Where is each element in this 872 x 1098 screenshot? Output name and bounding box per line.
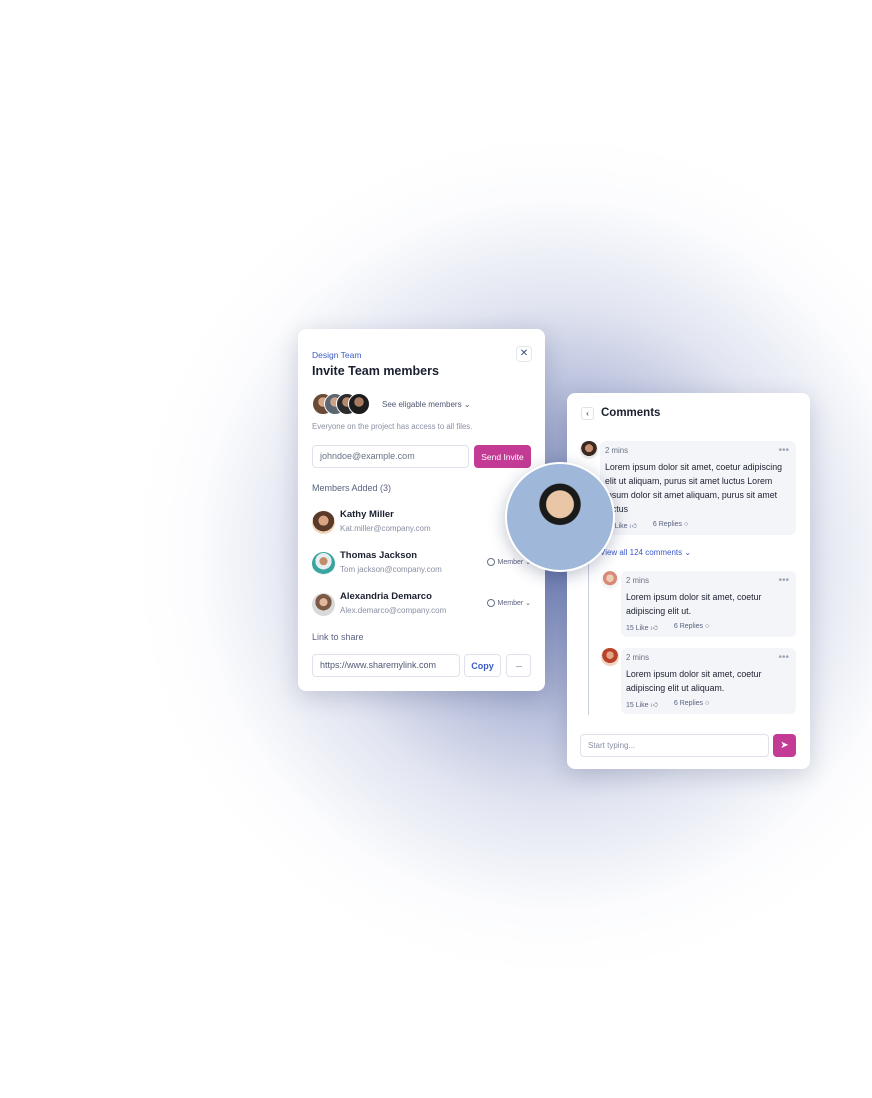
member-name: Thomas Jackson [340,550,418,561]
role-label: Member ⌄ [497,600,531,607]
close-button[interactable]: ✕ [516,346,532,362]
avatar [312,593,335,616]
member-avatar-stack[interactable] [312,393,376,415]
member-row: Kathy Miller Kat.miller@company.com Ow [312,509,545,537]
comment-icon: ○ [705,700,710,707]
comment-body: Lorem ipsum dolor sit amet, coetur adipi… [605,462,782,514]
avatar [580,441,598,459]
chevron-left-icon: ‹ [586,409,589,418]
video-call-bubble[interactable] [505,462,615,572]
member-email: Kat.miller@company.com [340,524,431,533]
comment-time: 2 mins [626,576,649,585]
replies-button[interactable]: 6 Replies ○ [674,623,709,632]
more-options-icon[interactable]: ••• [778,575,789,586]
comment-meta: 15 Like 👍︎ 6 Replies ○ [626,700,709,709]
avatar [312,552,335,575]
thread-line [588,543,589,715]
back-button[interactable]: ‹ [581,407,594,420]
comment-body: Lorem ipsum dolor sit amet, coetur adipi… [626,592,762,616]
comment-icon: ○ [684,521,689,528]
rocket-icon: ➤ [780,740,789,751]
share-link-input[interactable]: https://www.sharemylink.com [312,654,460,677]
member-row: Alexandria Demarco Alex.demarco@company.… [312,591,533,619]
dialog-title: Invite Team members [312,364,439,378]
comments-title: Comments [601,407,661,419]
comment-time: 2 mins [626,653,649,662]
gear-icon [486,558,495,566]
email-input[interactable]: johndoe@example.com [312,445,469,468]
link-to-share-label: Link to share [312,632,364,642]
member-email: Alex.demarco@company.com [340,606,447,615]
send-invite-button[interactable]: Send Invite [474,445,531,468]
thumbs-up-icon: 👍︎ [650,702,658,709]
view-all-comments-link[interactable]: View all 124 comments ⌄ [600,548,691,557]
member-name: Alexandria Demarco [340,591,432,602]
send-comment-button[interactable]: ➤ [773,734,796,757]
member-email: Tom jackson@company.com [340,565,442,574]
replies-button[interactable]: 6 Replies ○ [674,700,709,709]
comment-meta: 15 Like 👍︎ 6 Replies ○ [626,623,709,632]
like-button[interactable]: 15 Like 👍︎ [626,623,658,632]
like-button[interactable]: 15 Like 👍︎ [626,700,658,709]
more-options-icon[interactable]: ••• [778,445,789,456]
member-name: Kathy Miller [340,509,394,520]
gear-icon [486,599,495,607]
comment-time: 2 mins [605,446,628,455]
comment-input[interactable]: Start typing... [580,734,769,757]
access-note: Everyone on the project has access to al… [312,422,473,431]
comment-icon: ○ [705,623,710,630]
avatar [348,393,370,415]
thumbs-up-icon: 👍︎ [650,625,658,632]
avatar [312,511,335,534]
copy-button[interactable]: Copy [464,654,501,677]
comment-body: Lorem ipsum dolor sit amet, coetur adipi… [626,669,762,693]
members-added-heading: Members Added (3) [312,483,392,493]
see-eligible-members-link[interactable]: See eligable members ⌄ [382,400,471,409]
avatar [601,571,619,589]
comment: 2 mins ••• Lorem ipsum dolor sit amet, c… [621,648,796,714]
comment: 2 mins ••• Lorem ipsum dolor sit amet, c… [621,571,796,637]
close-icon: ✕ [519,348,529,359]
avatar [601,648,619,666]
thumbs-up-icon: 👍︎ [629,523,637,530]
replies-button[interactable]: 6 Replies ○ [653,521,688,530]
more-options-icon[interactable]: ••• [778,652,789,663]
role-dropdown[interactable]: Member ⌄ [486,599,531,607]
comment: 2 mins ••• Lorem ipsum dolor sit amet, c… [600,441,796,535]
comments-card: ‹ Comments 2 mins ••• Lorem ipsum dolor … [567,393,810,769]
team-name: Design Team [312,350,362,360]
comment-meta: 15 Like 👍︎ 6 Replies ○ [605,521,688,530]
member-row: Thomas Jackson Tom jackson@company.com M… [312,550,533,578]
more-options-button[interactable]: ··· [506,654,531,677]
